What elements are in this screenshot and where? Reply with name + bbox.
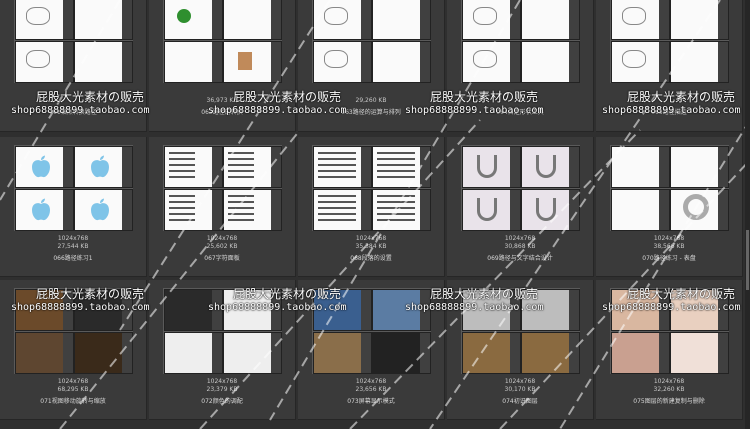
watermark-url: shop68888899.taobao.com <box>11 302 150 313</box>
watermark-label: 屁股大光素材の贩売 <box>233 287 342 301</box>
watermark-url: shop68888899.taobao.com <box>208 105 347 116</box>
watermark-label: 屁股大光素材の贩売 <box>627 90 736 104</box>
watermark-label: 屁股大光素材の贩売 <box>36 90 145 104</box>
watermark-url: shop68888899.taobao.com <box>208 302 347 313</box>
watermark-label: 屁股大光素材の贩売 <box>430 90 539 104</box>
watermark-url: shop68888899.taobao.com <box>11 105 150 116</box>
watermark-label: 屁股大光素材の贩売 <box>36 287 145 301</box>
watermark-url: shop68888899.taobao.com <box>405 302 544 313</box>
watermark-label: 屁股大光素材の贩売 <box>430 287 539 301</box>
watermark-text: 屁股大光素材の贩売 shop68888899.taobao.com <box>404 88 543 116</box>
watermark-url: shop68888899.taobao.com <box>405 105 544 116</box>
watermark-text: 屁股大光素材の贩売 shop68888899.taobao.com <box>404 285 543 313</box>
watermark-url: shop68888899.taobao.com <box>602 302 741 313</box>
watermark-label: 屁股大光素材の贩売 <box>627 287 736 301</box>
watermark-text: 屁股大光素材の贩売 shop68888899.taobao.com <box>207 285 346 313</box>
watermark-diagonals <box>0 0 750 429</box>
watermark-url: shop68888899.taobao.com <box>602 105 741 116</box>
scrollbar-thumb[interactable] <box>746 230 749 290</box>
watermark-text: 屁股大光素材の贩売 shop68888899.taobao.com <box>601 285 740 313</box>
watermark-text: 屁股大光素材の贩売 shop68888899.taobao.com <box>10 88 149 116</box>
watermark-text: 屁股大光素材の贩売 shop68888899.taobao.com <box>601 88 740 116</box>
watermark-text: 屁股大光素材の贩売 shop68888899.taobao.com <box>10 285 149 313</box>
vertical-scrollbar[interactable] <box>745 0 750 429</box>
watermark-label: 屁股大光素材の贩売 <box>233 90 342 104</box>
watermark-text: 屁股大光素材の贩売 shop68888899.taobao.com <box>207 88 346 116</box>
